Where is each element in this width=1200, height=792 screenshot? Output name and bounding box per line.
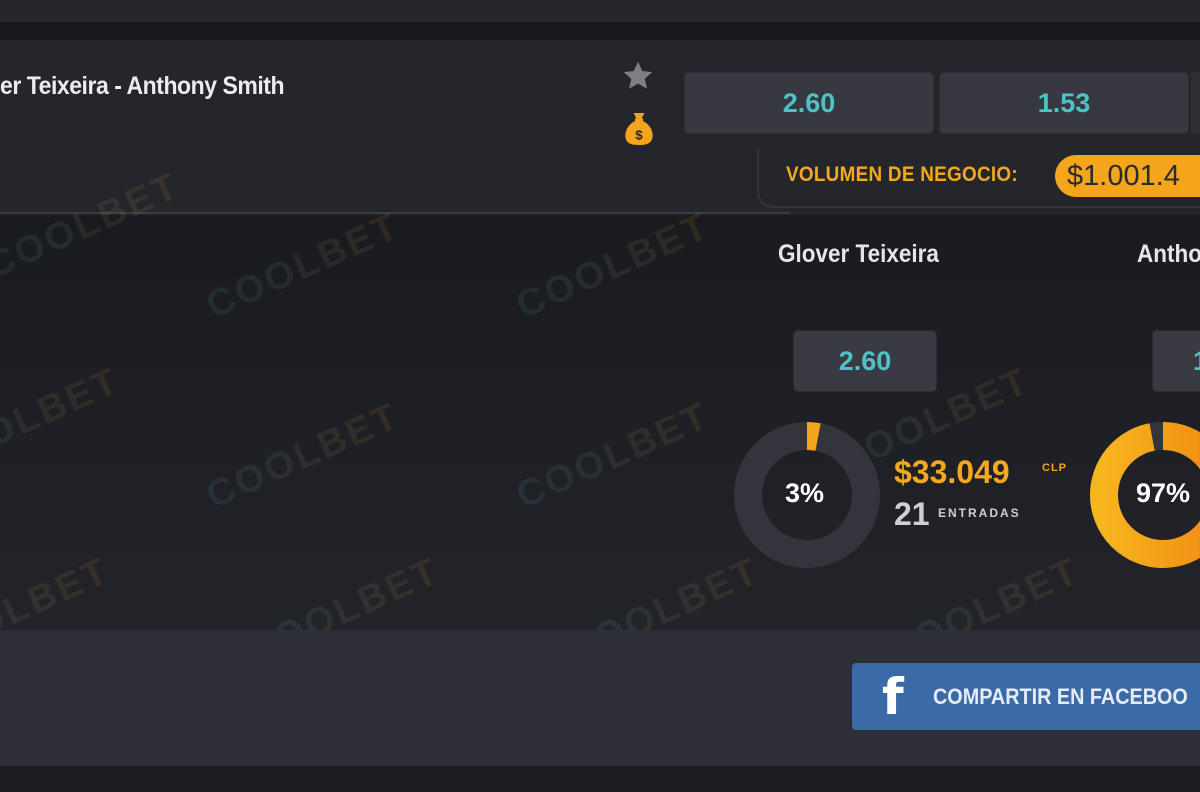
star-icon[interactable] — [620, 58, 656, 94]
percent-label-1: 3% — [785, 478, 825, 508]
bet-amount: $33.049 — [894, 454, 1010, 490]
money-bag-icon: $ — [625, 113, 653, 145]
fighter-name-2: Antho — [1137, 240, 1200, 268]
watermark: COOLBET — [510, 204, 717, 328]
watermark: COOLBET — [510, 394, 717, 518]
svg-text:$: $ — [635, 128, 643, 143]
percent-label-2: 97% — [1136, 478, 1191, 508]
volume-label: VOLUMEN DE NEGOCIO: — [786, 163, 1018, 186]
currency-unit: CLP — [1042, 462, 1067, 474]
odds-button-edge[interactable] — [1191, 72, 1200, 134]
top-strip — [0, 0, 1200, 22]
bottom-strip — [0, 766, 1200, 792]
facebook-icon[interactable]: f — [882, 672, 904, 722]
fighter-odds-button-1[interactable]: 2.60 — [793, 330, 937, 392]
match-card: er Teixeira - Anthony Smith $ 2.60 1.53 … — [0, 40, 1200, 672]
entries-label: ENTRADAS — [938, 506, 1021, 520]
fighter-odds-button-2[interactable]: 1 — [1152, 330, 1200, 392]
match-title[interactable]: er Teixeira - Anthony Smith — [0, 72, 285, 101]
volume-amount: $1.001.4 — [1055, 155, 1200, 197]
top-gap — [0, 22, 1200, 40]
fighter-name-1: Glover Teixeira — [778, 240, 939, 268]
watermark: COOLBET — [0, 360, 127, 483]
stats-area: COOLBET COOLBET COOLBET COOLBET COOLBET … — [0, 165, 1200, 672]
odds-button-home[interactable]: 2.60 — [684, 72, 934, 134]
odds-button-away[interactable]: 1.53 — [939, 72, 1189, 134]
watermark: COOLBET — [200, 394, 407, 518]
watermark: COOLBET — [200, 204, 407, 328]
entries-count: 21 — [894, 496, 930, 532]
share-facebook-label[interactable]: COMPARTIR EN FACEBOO — [933, 684, 1188, 710]
